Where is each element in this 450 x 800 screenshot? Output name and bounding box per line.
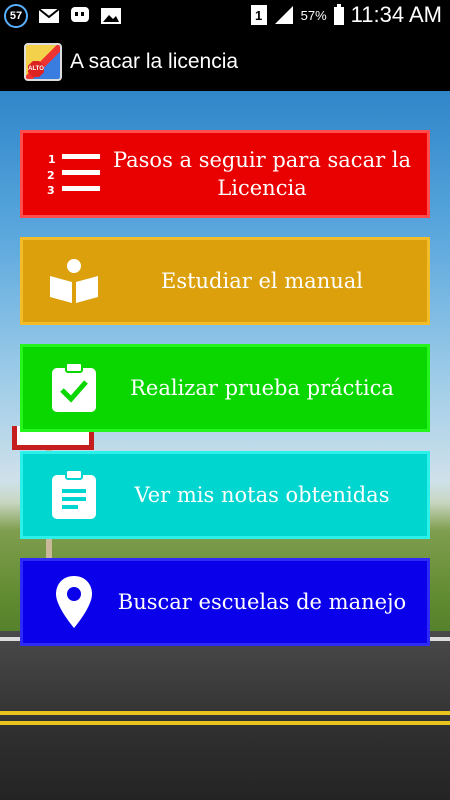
svg-text:2: 2 xyxy=(47,169,55,182)
app-logo-icon[interactable]: ALTO xyxy=(24,43,62,81)
clock: 11:34 AM xyxy=(350,2,442,27)
sim-label: 1 xyxy=(255,7,263,23)
study-manual-button-label: Estudiar el manual xyxy=(160,269,363,293)
lane-line xyxy=(0,711,450,715)
battery-icon xyxy=(333,4,344,25)
view-grades-button[interactable]: Ver mis notas obtenidas xyxy=(20,451,430,539)
find-driving-schools-button[interactable]: Buscar escuelas de manejo xyxy=(20,558,430,646)
signal-icon xyxy=(274,6,293,24)
view-grades-button-label: Ver mis notas obtenidas xyxy=(134,483,390,507)
steps-button[interactable]: 1 2 3 Pasos a seguir para sacar la Licen… xyxy=(20,130,430,218)
find-driving-schools-button-label: Buscar escuelas de manejo xyxy=(117,590,407,614)
battery-percentage: 57% xyxy=(300,7,327,23)
notification-icons: 57 xyxy=(4,4,122,28)
mail-icon xyxy=(38,8,60,23)
notification-count-icon: 57 xyxy=(4,4,28,28)
image-icon xyxy=(101,8,121,24)
sim-icon: 1 xyxy=(250,5,267,25)
svg-text:1: 1 xyxy=(48,153,56,166)
study-manual-button[interactable]: Estudiar el manual xyxy=(20,237,430,325)
practice-test-button-label: Realizar prueba práctica xyxy=(130,376,394,400)
reading-book-icon xyxy=(39,246,109,316)
stop-sign-icon: ALTO xyxy=(28,61,44,77)
status-bar: 57 1 57% 11:34 AM xyxy=(0,0,450,33)
lane-line xyxy=(0,721,450,725)
numbered-list-icon: 1 2 3 xyxy=(39,139,109,209)
clipboard-notes-icon xyxy=(39,460,109,530)
road xyxy=(0,631,450,800)
action-bar: ALTO A sacar la licencia xyxy=(0,33,450,91)
hangouts-icon xyxy=(71,7,89,22)
system-icons: 1 57% 11:34 AM xyxy=(250,2,442,28)
steps-button-label: Pasos a seguir para sacar la Licencia xyxy=(112,148,412,200)
map-pin-icon xyxy=(39,567,109,637)
clipboard-check-icon xyxy=(39,353,109,423)
app-title: A sacar la licencia xyxy=(70,50,239,73)
practice-test-button[interactable]: Realizar prueba práctica xyxy=(20,344,430,432)
svg-text:3: 3 xyxy=(47,184,55,196)
notification-count: 57 xyxy=(9,10,23,22)
